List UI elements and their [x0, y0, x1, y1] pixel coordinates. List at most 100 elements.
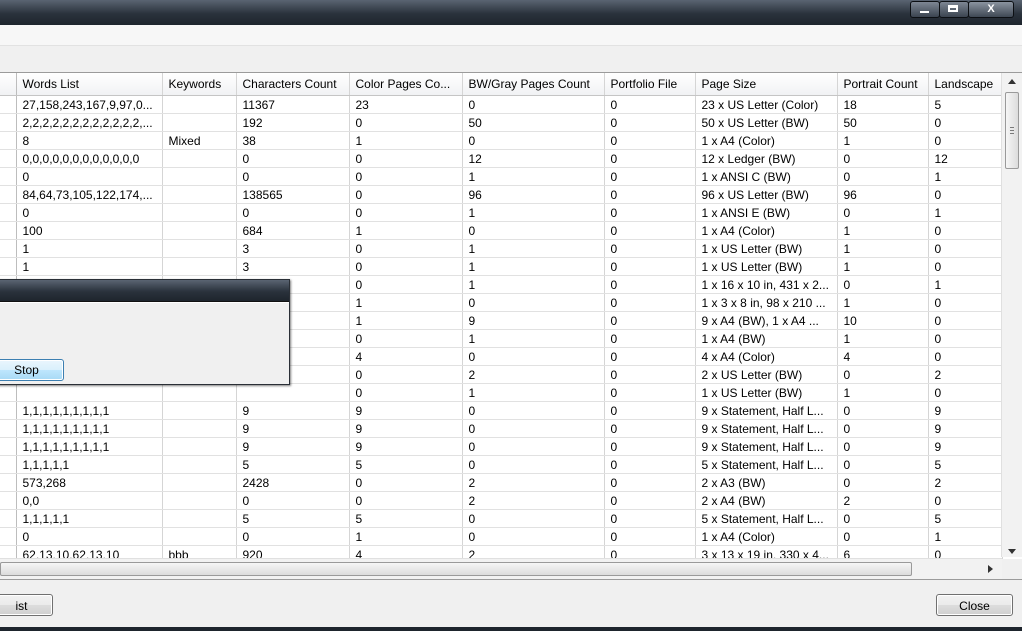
table-cell[interactable]: 1 — [16, 257, 163, 276]
table-cell[interactable]: 4 — [349, 347, 463, 366]
table-cell[interactable]: 1 x ANSI E (BW) — [695, 203, 838, 222]
table-cell[interactable]: 2 — [928, 365, 1003, 384]
row-header-cell[interactable] — [0, 437, 17, 456]
table-cell[interactable]: 1 — [349, 293, 463, 312]
table-cell[interactable]: 1 x ANSI C (BW) — [695, 167, 838, 186]
table-cell[interactable]: 50 x US Letter (BW) — [695, 113, 838, 132]
table-cell[interactable]: 0 — [349, 383, 463, 402]
stop-button[interactable]: Stop — [0, 359, 64, 381]
table-cell[interactable]: 0 — [604, 131, 696, 150]
table-cell[interactable]: 2 — [928, 473, 1003, 492]
table-cell[interactable]: 9 — [349, 419, 463, 438]
table-cell[interactable]: 12 — [928, 149, 1003, 168]
table-cell[interactable]: 0 — [604, 221, 696, 240]
table-cell[interactable] — [162, 239, 237, 258]
table-cell[interactable]: 0 — [928, 113, 1003, 132]
table-cell[interactable]: 1 — [349, 527, 463, 546]
row-header-cell[interactable] — [0, 419, 17, 438]
table-cell[interactable]: 1 — [837, 293, 929, 312]
row-header-cell[interactable] — [0, 401, 17, 420]
table-cell[interactable]: 0 — [236, 203, 350, 222]
table-row[interactable]: 100 684 1 0 0 1 x A4 (Color) 1 0 — [0, 221, 1003, 240]
table-cell[interactable]: 1 — [928, 275, 1003, 294]
table-cell[interactable]: 1 — [928, 167, 1003, 186]
table-cell[interactable]: 1 x A4 (BW) — [695, 329, 838, 348]
table-cell[interactable]: 2 — [462, 491, 605, 510]
table-row[interactable]: 130101 x US Letter (BW) 1 0 — [0, 239, 1003, 258]
row-header-cell[interactable] — [0, 491, 17, 510]
table-cell[interactable]: 18 — [837, 95, 929, 114]
table-cell[interactable]: 0 — [604, 293, 696, 312]
row-header-cell[interactable] — [0, 383, 17, 402]
table-cell[interactable]: 0 — [604, 257, 696, 276]
row-header-corner[interactable] — [0, 73, 17, 96]
table-cell[interactable]: 1,1,1,1,1 — [16, 509, 163, 528]
vertical-scrollbar[interactable] — [1001, 73, 1022, 557]
table-cell[interactable]: 0 — [462, 131, 605, 150]
table-cell[interactable]: 0 — [604, 527, 696, 546]
table-cell[interactable]: 0 — [349, 239, 463, 258]
table-cell[interactable]: 50 — [462, 113, 605, 132]
table-row[interactable]: 0101 x US Letter (BW) 1 0 — [0, 383, 1003, 402]
table-cell[interactable]: 8 — [16, 131, 163, 150]
minimize-button[interactable] — [910, 1, 940, 18]
row-header-cell[interactable] — [0, 203, 17, 222]
table-cell[interactable]: 0 — [928, 347, 1003, 366]
table-cell[interactable] — [162, 419, 237, 438]
table-row[interactable]: 8 Mixed 38 1 0 0 1 x A4 (Color) 1 0 — [0, 131, 1003, 150]
table-row[interactable]: 000101 x ANSI C (BW) 0 1 — [0, 167, 1003, 186]
table-cell[interactable]: 1 x A4 (Color) — [695, 221, 838, 240]
table-cell[interactable]: 0 — [349, 473, 463, 492]
table-cell[interactable]: 9 x Statement, Half L... — [695, 437, 838, 456]
table-cell[interactable] — [16, 383, 163, 402]
table-cell[interactable]: 5 — [349, 455, 463, 474]
table-cell[interactable] — [162, 383, 237, 402]
table-cell[interactable] — [162, 113, 237, 132]
table-cell[interactable]: 0 — [462, 221, 605, 240]
table-cell[interactable] — [162, 509, 237, 528]
table-row[interactable]: 130101 x US Letter (BW) 1 0 — [0, 257, 1003, 276]
table-cell[interactable]: 0 — [604, 473, 696, 492]
table-cell[interactable]: 23 — [349, 95, 463, 114]
table-cell[interactable]: 0 — [462, 437, 605, 456]
table-cell[interactable]: 0 — [604, 275, 696, 294]
row-header-cell[interactable] — [0, 185, 17, 204]
table-row[interactable]: 1,1,1,1,1,1,1,1,1 9 9 0 0 9 x Statement, Half… — [0, 401, 1003, 420]
table-cell[interactable]: 0 — [604, 149, 696, 168]
table-cell[interactable]: 9 — [236, 401, 350, 420]
table-cell[interactable]: 27,158,243,167,9,97,0... — [16, 95, 163, 114]
table-cell[interactable]: 9 — [236, 437, 350, 456]
table-cell[interactable]: 1 — [349, 311, 463, 330]
table-cell[interactable]: 4 x A4 (Color) — [695, 347, 838, 366]
row-header-cell[interactable] — [0, 167, 17, 186]
table-cell[interactable]: 0 — [604, 401, 696, 420]
table-cell[interactable]: 1 — [349, 221, 463, 240]
table-cell[interactable]: 0 — [462, 419, 605, 438]
table-cell[interactable]: 0 — [604, 365, 696, 384]
table-cell[interactable]: 0 — [604, 239, 696, 258]
row-header-cell[interactable] — [0, 239, 17, 258]
table-cell[interactable]: 2 — [462, 473, 605, 492]
table-cell[interactable]: 2 x US Letter (BW) — [695, 365, 838, 384]
table-cell[interactable]: 84,64,73,105,122,174,... — [16, 185, 163, 204]
table-cell[interactable]: 9 x Statement, Half L... — [695, 401, 838, 420]
table-cell[interactable]: 0 — [349, 365, 463, 384]
table-cell[interactable]: 1 — [837, 383, 929, 402]
table-cell[interactable]: 1 x 16 x 10 in, 431 x 2... — [695, 275, 838, 294]
table-cell[interactable]: 0 — [928, 257, 1003, 276]
table-cell[interactable]: 0 — [604, 509, 696, 528]
row-header-cell[interactable] — [0, 113, 17, 132]
table-cell[interactable]: 0 — [604, 167, 696, 186]
table-cell[interactable]: 4 — [837, 347, 929, 366]
table-cell[interactable]: 0 — [349, 203, 463, 222]
table-cell[interactable]: 0 — [604, 455, 696, 474]
table-cell[interactable]: 0 — [604, 437, 696, 456]
table-cell[interactable]: 0 — [604, 185, 696, 204]
table-cell[interactable]: 0 — [928, 293, 1003, 312]
table-cell[interactable]: 3 — [236, 239, 350, 258]
table-cell[interactable]: 9 x A4 (BW), 1 x A4 ... — [695, 311, 838, 330]
table-cell[interactable]: 1,1,1,1,1 — [16, 455, 163, 474]
table-cell[interactable]: 1 — [837, 131, 929, 150]
table-cell[interactable]: 0 — [16, 203, 163, 222]
table-cell[interactable]: 1 x A4 (Color) — [695, 527, 838, 546]
